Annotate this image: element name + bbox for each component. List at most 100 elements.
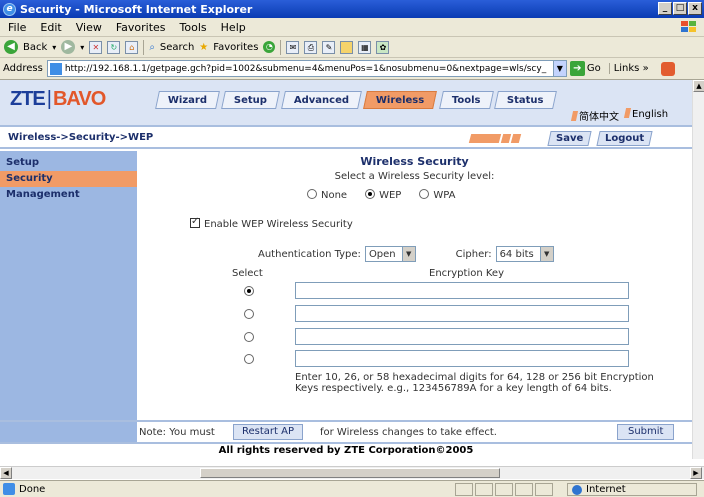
tab-label: Tools	[451, 94, 481, 106]
save-button[interactable]: Save	[547, 131, 592, 146]
radio-none[interactable]	[307, 189, 317, 199]
back-button[interactable]: Back	[23, 42, 47, 53]
lang-english-label[interactable]: English	[632, 109, 668, 120]
note-prefix: Note: You must	[139, 427, 215, 438]
menu-help[interactable]: Help	[221, 21, 246, 34]
close-button[interactable]: x	[688, 2, 702, 15]
discuss-icon[interactable]: ▦	[358, 40, 372, 54]
refresh-icon[interactable]: ↻	[107, 40, 121, 54]
scroll-thumb[interactable]	[200, 468, 500, 478]
submit-button[interactable]: Submit	[617, 424, 675, 440]
restart-ap-button[interactable]: Restart AP	[233, 424, 303, 440]
enable-wep-option[interactable]: Enable WEP Wireless Security	[190, 216, 353, 230]
globe-icon	[572, 484, 582, 495]
address-url[interactable]: http://192.168.1.1/getpage.gch?pid=1002&…	[65, 64, 546, 74]
windows-logo-icon	[681, 21, 696, 32]
key-1-radio[interactable]	[244, 286, 254, 296]
key-3-radio[interactable]	[244, 332, 254, 342]
auth-type-label: Authentication Type:	[258, 248, 361, 260]
lang-chinese-link[interactable]: 简体中文	[570, 108, 619, 123]
lang-english-link[interactable]: English	[623, 108, 668, 123]
scroll-up-icon[interactable]: ▲	[693, 80, 704, 92]
minimize-button[interactable]: _	[658, 2, 672, 15]
go-arrow-icon[interactable]: ➔	[569, 61, 585, 76]
key-4-radio[interactable]	[244, 354, 254, 364]
chevron-down-icon[interactable]: ▼	[401, 247, 415, 261]
back-dropdown-icon[interactable]: ▾	[52, 43, 56, 52]
key-1-input[interactable]	[295, 282, 629, 299]
cipher-value[interactable]: 64 bits	[500, 249, 534, 260]
menu-edit[interactable]: Edit	[40, 21, 61, 34]
go-button[interactable]: ➔ Go	[569, 61, 601, 76]
level-none-option[interactable]: None	[307, 189, 347, 201]
decor-bar	[510, 134, 522, 143]
messenger-icon[interactable]: ✿	[376, 40, 390, 54]
go-label[interactable]: Go	[587, 63, 601, 74]
level-wpa-option[interactable]: WPA	[419, 189, 455, 201]
menu-favorites[interactable]: Favorites	[116, 21, 166, 34]
level-wpa-label: WPA	[433, 190, 456, 201]
history-icon[interactable]: ◔	[263, 41, 276, 53]
links-button[interactable]: Links »	[608, 63, 653, 74]
auth-type-value[interactable]: Open	[369, 249, 396, 260]
menu-view[interactable]: View	[76, 21, 102, 34]
home-icon[interactable]: ⌂	[125, 40, 139, 54]
logout-button[interactable]: Logout	[596, 131, 653, 146]
forward-dropdown-icon[interactable]: ▾	[80, 43, 84, 52]
search-icon[interactable]: ⌕	[149, 42, 155, 53]
key-4-input[interactable]	[295, 350, 629, 367]
radio-wep[interactable]	[365, 189, 376, 199]
decor-bar	[500, 134, 512, 143]
print-icon[interactable]: ⎙	[304, 40, 318, 54]
forward-arrow-icon[interactable]: ▶	[61, 40, 76, 54]
tab-label: Status	[507, 94, 544, 106]
tab-wireless[interactable]: Wireless	[363, 91, 438, 109]
sidebar-item-security[interactable]: Security	[0, 171, 137, 187]
logout-label[interactable]: Logout	[605, 132, 644, 145]
key-2-radio[interactable]	[244, 309, 254, 319]
address-label: Address	[3, 63, 43, 74]
ie-logo-icon: e	[3, 2, 16, 16]
tab-tools[interactable]: Tools	[438, 91, 494, 109]
scroll-right-icon[interactable]: ▶	[690, 467, 702, 479]
stop-icon[interactable]: ✕	[89, 40, 103, 54]
status-text: Done	[19, 483, 46, 495]
toolbar-addon-icon[interactable]	[660, 61, 675, 76]
tab-advanced[interactable]: Advanced	[281, 91, 363, 109]
main-tabs: Wizard Setup Advanced Wireless Tools Sta…	[155, 91, 557, 109]
cipher-select[interactable]: 64 bits ▼	[495, 246, 554, 262]
links-label[interactable]: Links	[614, 63, 640, 74]
key-2-input[interactable]	[295, 305, 629, 322]
favorites-button[interactable]: Favorites	[213, 42, 258, 53]
breadcrumb-bar: Wireless->Security->WEP Save Logout	[0, 129, 692, 149]
tab-status[interactable]: Status	[494, 91, 557, 109]
save-label[interactable]: Save	[556, 132, 583, 145]
search-button[interactable]: Search	[160, 42, 194, 53]
level-wep-option[interactable]: WEP	[365, 189, 401, 201]
favorites-star-icon[interactable]: ★	[199, 42, 208, 53]
edit-icon[interactable]: ✎	[322, 40, 336, 54]
folder-icon[interactable]	[340, 40, 354, 54]
scroll-left-icon[interactable]: ◀	[0, 467, 12, 479]
radio-wpa[interactable]	[419, 189, 430, 199]
auth-type-select[interactable]: Open ▼	[364, 246, 416, 262]
sidebar-item-setup[interactable]: Setup	[0, 155, 137, 171]
key-3-input[interactable]	[295, 328, 629, 345]
tab-setup[interactable]: Setup	[221, 91, 281, 109]
menu-file[interactable]: File	[8, 21, 26, 34]
tab-wizard[interactable]: Wizard	[155, 91, 221, 109]
level-wep-label: WEP	[379, 190, 402, 201]
chevron-down-icon[interactable]: ▼	[539, 247, 553, 261]
menu-tools[interactable]: Tools	[180, 21, 207, 34]
enable-wep-checkbox[interactable]	[190, 216, 200, 228]
decorative-bars	[468, 134, 522, 143]
sidebar-item-management[interactable]: Management	[0, 187, 137, 203]
address-dropdown-icon[interactable]: ▼	[552, 61, 566, 76]
lang-chinese-label[interactable]: 简体中文	[579, 112, 619, 123]
horizontal-scrollbar[interactable]: ◀ ▶	[0, 466, 704, 479]
maximize-button[interactable]: □	[673, 2, 687, 15]
address-input[interactable]: http://192.168.1.1/getpage.gch?pid=1002&…	[46, 60, 567, 77]
back-arrow-icon[interactable]: ◀	[4, 40, 18, 54]
vertical-scrollbar[interactable]: ▲	[692, 80, 704, 459]
mail-icon[interactable]: ✉	[286, 40, 300, 54]
